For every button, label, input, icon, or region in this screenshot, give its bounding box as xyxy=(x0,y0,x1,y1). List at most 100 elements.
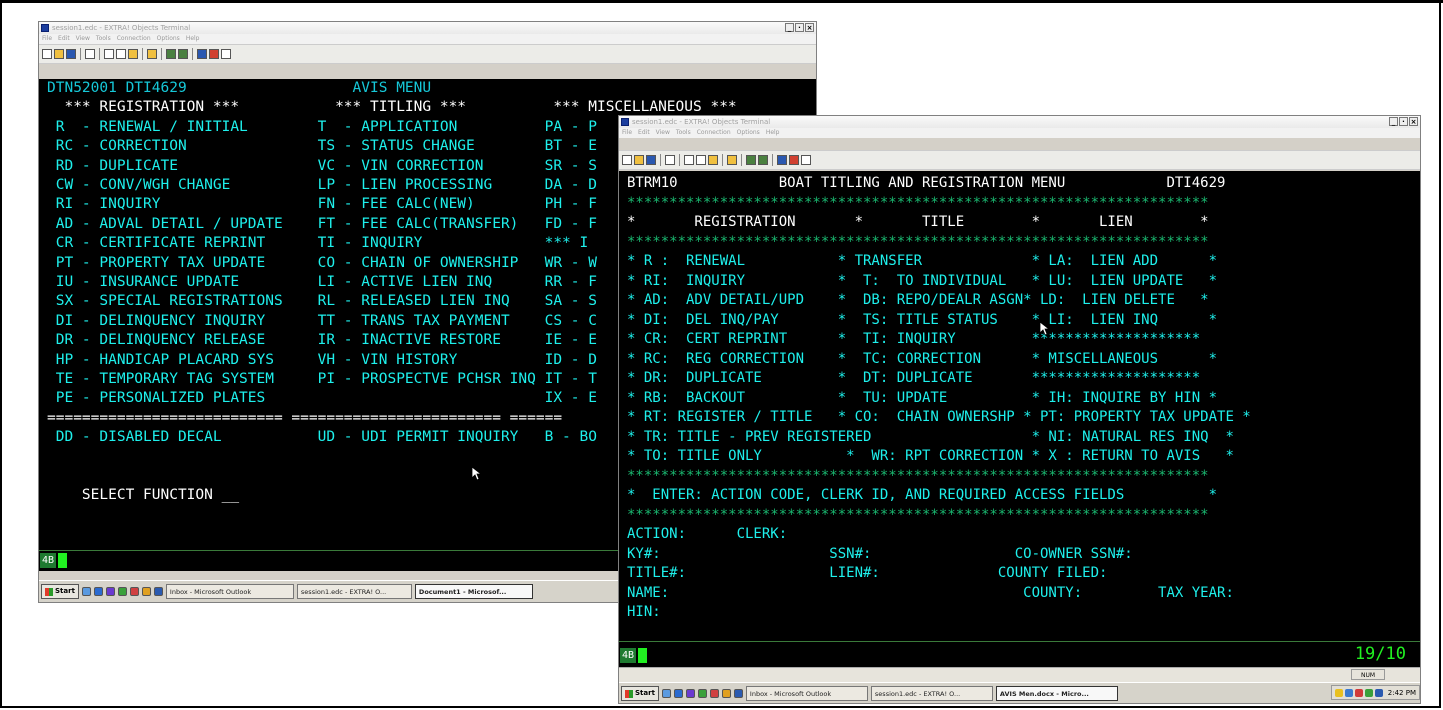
ie-icon[interactable] xyxy=(673,689,683,698)
settings-icon[interactable] xyxy=(221,49,231,59)
menu-options[interactable]: Options xyxy=(157,35,180,42)
minimize-button[interactable]: _ xyxy=(1389,117,1398,126)
cursor-position: 19/10 xyxy=(1354,644,1406,664)
toolbar-separator xyxy=(741,154,742,166)
menu-tools[interactable]: Tools xyxy=(676,129,691,136)
maximize-button[interactable]: · xyxy=(1399,117,1408,126)
desktop-icon[interactable] xyxy=(661,689,671,698)
menu-file[interactable]: File xyxy=(622,129,632,136)
excel-icon[interactable] xyxy=(117,587,127,596)
access-icon[interactable] xyxy=(129,587,139,596)
menu-options[interactable]: Options xyxy=(737,129,760,136)
terminal-line: R - RENEWAL / INITIAL T - APPLICATION PA… xyxy=(47,118,597,135)
tray-folder-icon[interactable] xyxy=(1334,688,1343,697)
tray-update-icon[interactable] xyxy=(1364,688,1373,697)
taskbar-outlook[interactable]: Inbox - Microsoft Outlook xyxy=(165,584,294,599)
terminal-line: * ENTER: ACTION CODE, CLERK ID, AND REQU… xyxy=(627,487,1218,503)
desktop-icon[interactable] xyxy=(81,587,91,596)
start-button[interactable]: Start xyxy=(621,686,659,701)
paste-icon[interactable] xyxy=(708,155,718,165)
folder-icon[interactable] xyxy=(147,49,157,59)
save-icon[interactable] xyxy=(646,155,656,165)
print-icon[interactable] xyxy=(665,155,675,165)
connect-icon[interactable] xyxy=(166,49,176,59)
close-button[interactable]: × xyxy=(1409,117,1418,126)
open-icon[interactable] xyxy=(634,155,644,165)
disconnect-icon[interactable] xyxy=(178,49,188,59)
copy-icon[interactable] xyxy=(696,155,706,165)
right-title-bar[interactable]: session1.edc - EXTRA! Objects Terminal _… xyxy=(619,116,1420,128)
record-icon[interactable] xyxy=(209,49,219,59)
terminal-line: IU - INSURANCE UPDATE LI - ACTIVE LIEN I… xyxy=(47,274,597,290)
menu-connection[interactable]: Connection xyxy=(117,35,151,42)
terminal-line: SX - SPECIAL REGISTRATIONS RL - RELEASED… xyxy=(47,293,597,310)
menu-file[interactable]: File xyxy=(42,35,52,42)
outlook-icon[interactable] xyxy=(105,587,115,596)
print-icon[interactable] xyxy=(85,49,95,59)
access-icon[interactable] xyxy=(709,689,719,698)
terminal-line: PT - PROPERTY TAX UPDATE CO - CHAIN OF O… xyxy=(47,254,597,271)
toolbar-separator xyxy=(722,154,723,166)
macro-icon[interactable] xyxy=(777,155,787,165)
left-cursor-block xyxy=(58,553,67,568)
left-session-indicator: 4B xyxy=(40,553,56,568)
folder-icon[interactable] xyxy=(141,587,151,596)
folder-icon[interactable] xyxy=(727,155,737,165)
left-menu-bar: File Edit View Tools Connection Options Help xyxy=(39,34,816,44)
tray-security-icon[interactable] xyxy=(1354,688,1363,697)
toolbar-separator xyxy=(142,48,143,60)
taskbar-extra-session[interactable]: session1.edc - EXTRA! O... xyxy=(296,584,412,599)
terminal-line: ****************************************… xyxy=(627,233,1209,250)
terminal-line: * CR: CERT REPRINT * TI: INQUIRY *******… xyxy=(627,331,1201,347)
menu-tools[interactable]: Tools xyxy=(96,35,111,42)
paste-icon[interactable] xyxy=(128,49,138,59)
new-icon[interactable] xyxy=(42,49,52,59)
left-title-bar[interactable]: session1.edc - EXTRA! Objects Terminal _… xyxy=(39,22,816,34)
tray-volume-icon[interactable] xyxy=(1374,688,1383,697)
minimize-button[interactable]: _ xyxy=(785,23,794,32)
tray-network-icon[interactable] xyxy=(1344,688,1353,697)
taskbar-outlook[interactable]: Inbox - Microsoft Outlook xyxy=(745,686,868,701)
new-icon[interactable] xyxy=(622,155,632,165)
taskbar-extra-session[interactable]: session1.edc - EXTRA! O... xyxy=(870,686,993,701)
cut-icon[interactable] xyxy=(104,49,114,59)
terminal-line: HP - HANDICAP PLACARD SYS VH - VIN HISTO… xyxy=(47,351,597,368)
ie-icon[interactable] xyxy=(93,587,103,596)
right-taskbar: Start Inbox - Microsoft Outlook session1… xyxy=(619,682,1420,703)
save-icon[interactable] xyxy=(66,49,76,59)
word-icon[interactable] xyxy=(153,587,163,596)
macro-icon[interactable] xyxy=(197,49,207,59)
maximize-button[interactable]: · xyxy=(795,23,804,32)
right-terminal-screen[interactable]: BTRM10 BOAT TITLING AND REGISTRATION MEN… xyxy=(619,171,1420,641)
close-button[interactable]: × xyxy=(805,23,814,32)
menu-help[interactable]: Help xyxy=(766,129,780,136)
terminal-line: RC - CORRECTION TS - STATUS CHANGE BT - … xyxy=(47,138,597,155)
excel-icon[interactable] xyxy=(697,689,707,698)
menu-edit[interactable]: Edit xyxy=(58,35,70,42)
taskbar-avis-doc[interactable]: AVIS Men.docx - Micro... xyxy=(995,686,1118,701)
menu-connection[interactable]: Connection xyxy=(697,129,731,136)
taskbar-document1[interactable]: Document1 - Microsof... xyxy=(414,584,533,599)
open-icon[interactable] xyxy=(54,49,64,59)
terminal-line: CR - CERTIFICATE REPRINT TI - INQUIRY **… xyxy=(47,235,589,252)
menu-view[interactable]: View xyxy=(76,35,90,42)
outlook-icon[interactable] xyxy=(685,689,695,698)
folder-icon[interactable] xyxy=(721,689,731,698)
disconnect-icon[interactable] xyxy=(758,155,768,165)
word-icon[interactable] xyxy=(733,689,743,698)
connect-icon[interactable] xyxy=(746,155,756,165)
start-label: Start xyxy=(55,587,75,595)
copy-icon[interactable] xyxy=(116,49,126,59)
terminal-line: CW - CONV/WGH CHANGE LP - LIEN PROCESSIN… xyxy=(47,177,597,193)
terminal-line: ****************************************… xyxy=(627,194,1209,211)
terminal-line: * RI: INQUIRY * T: TO INDIVIDUAL * LU: L… xyxy=(627,272,1218,289)
terminal-line: SELECT FUNCTION __ xyxy=(47,487,240,504)
menu-edit[interactable]: Edit xyxy=(638,129,650,136)
menu-view[interactable]: View xyxy=(656,129,670,136)
cut-icon[interactable] xyxy=(684,155,694,165)
settings-icon[interactable] xyxy=(801,155,811,165)
record-icon[interactable] xyxy=(789,155,799,165)
start-button[interactable]: Start xyxy=(41,584,79,599)
menu-help[interactable]: Help xyxy=(186,35,200,42)
terminal-line: ****************************************… xyxy=(627,506,1209,523)
